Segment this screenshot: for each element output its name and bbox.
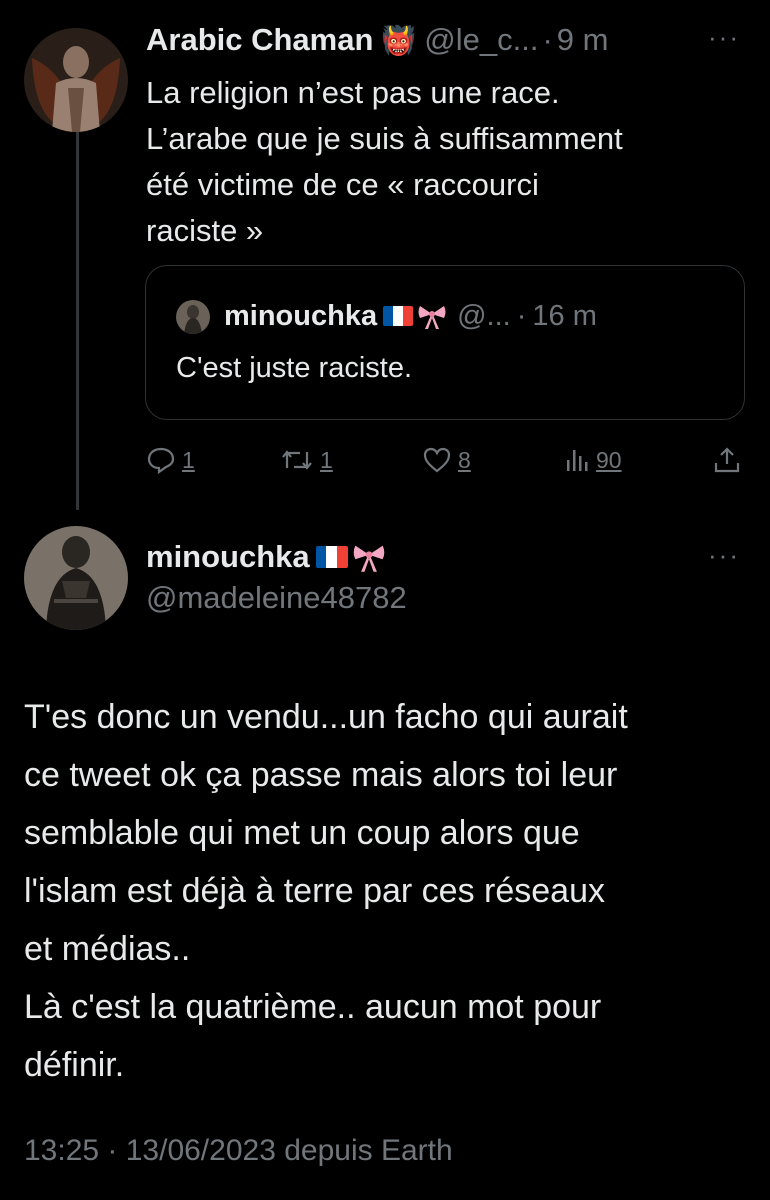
reply-button[interactable]: 1 — [146, 440, 195, 480]
share-icon — [714, 447, 740, 473]
tweet-timestamp-source[interactable]: 13:25 · 13/06/2023 depuis Earth — [24, 1134, 453, 1168]
tweet-line: L’arabe que je suis à suffisamment — [146, 121, 623, 156]
author-name[interactable]: Arabic Chaman — [146, 22, 373, 58]
tweet-line: raciste » — [146, 213, 264, 248]
like-count: 8 — [458, 446, 471, 473]
quote-timestamp: 16 m — [532, 299, 597, 332]
ribbon-icon — [353, 545, 384, 572]
quote-avatar[interactable] — [176, 300, 210, 334]
tweet-line: T'es donc un vendu...un facho qui aurait — [24, 698, 628, 736]
views-button[interactable]: 90 — [564, 440, 622, 480]
tweet-line: La religion n’est pas une race. — [146, 75, 560, 110]
tweet-text: T'es donc un vendu...un facho qui aurait… — [24, 688, 764, 1094]
tweet-header: Arabic Chaman 👹 @le_c... · 9 m — [146, 20, 608, 60]
thread-line — [76, 128, 79, 510]
retweet-count: 1 — [320, 446, 333, 473]
avatar[interactable] — [24, 28, 128, 132]
more-options-icon[interactable]: ··· — [708, 540, 740, 571]
author-handle[interactable]: @madeleine48782 — [146, 580, 407, 616]
france-flag-icon — [383, 306, 414, 326]
tweet-line: Là c'est la quatrième.. aucun mot pour — [24, 988, 602, 1026]
author-handle[interactable]: @le_c... — [424, 22, 538, 58]
author-name[interactable]: minouchka — [146, 539, 310, 575]
retweet-icon — [282, 450, 312, 470]
tweet-line: l'islam est déjà à terre par ces réseaux — [24, 872, 605, 910]
tweet-line: et médias.. — [24, 930, 191, 968]
ribbon-icon — [418, 306, 446, 329]
separator-dot: · — [516, 299, 527, 332]
tweet-text: La religion n’est pas une race. L’arabe … — [146, 70, 746, 254]
reply-count: 1 — [182, 446, 195, 473]
quote-text: C'est juste raciste. — [176, 352, 413, 384]
separator-dot: · — [542, 22, 553, 57]
quote-handle: @... — [457, 299, 511, 332]
quoted-tweet-card[interactable] — [145, 265, 745, 420]
action-bar: 1 1 8 90 — [146, 440, 746, 480]
heart-icon — [423, 447, 451, 473]
quote-header: minouchka @... · 16 m — [224, 296, 597, 336]
retweet-button[interactable]: 1 — [280, 440, 333, 480]
tweet-line: semblable qui met un coup alors que — [24, 814, 580, 852]
tweet-line: ce tweet ok ça passe mais alors toi leur — [24, 756, 618, 794]
timestamp[interactable]: 9 m — [557, 22, 609, 58]
reply-icon — [147, 447, 175, 474]
tweet-line: été victime de ce « raccourci — [146, 167, 539, 202]
tweet-line: définir. — [24, 1046, 125, 1084]
emoji-ogre: 👹 — [381, 24, 417, 56]
views-icon — [567, 450, 588, 471]
avatar[interactable] — [24, 526, 128, 630]
view-count: 90 — [596, 446, 622, 473]
france-flag-icon — [315, 546, 348, 568]
quote-author-name: minouchka — [224, 299, 378, 332]
author-row: minouchka — [146, 537, 386, 577]
more-options-icon[interactable]: ··· — [708, 22, 740, 53]
share-button[interactable] — [712, 440, 742, 480]
like-button[interactable]: 8 — [422, 440, 471, 480]
